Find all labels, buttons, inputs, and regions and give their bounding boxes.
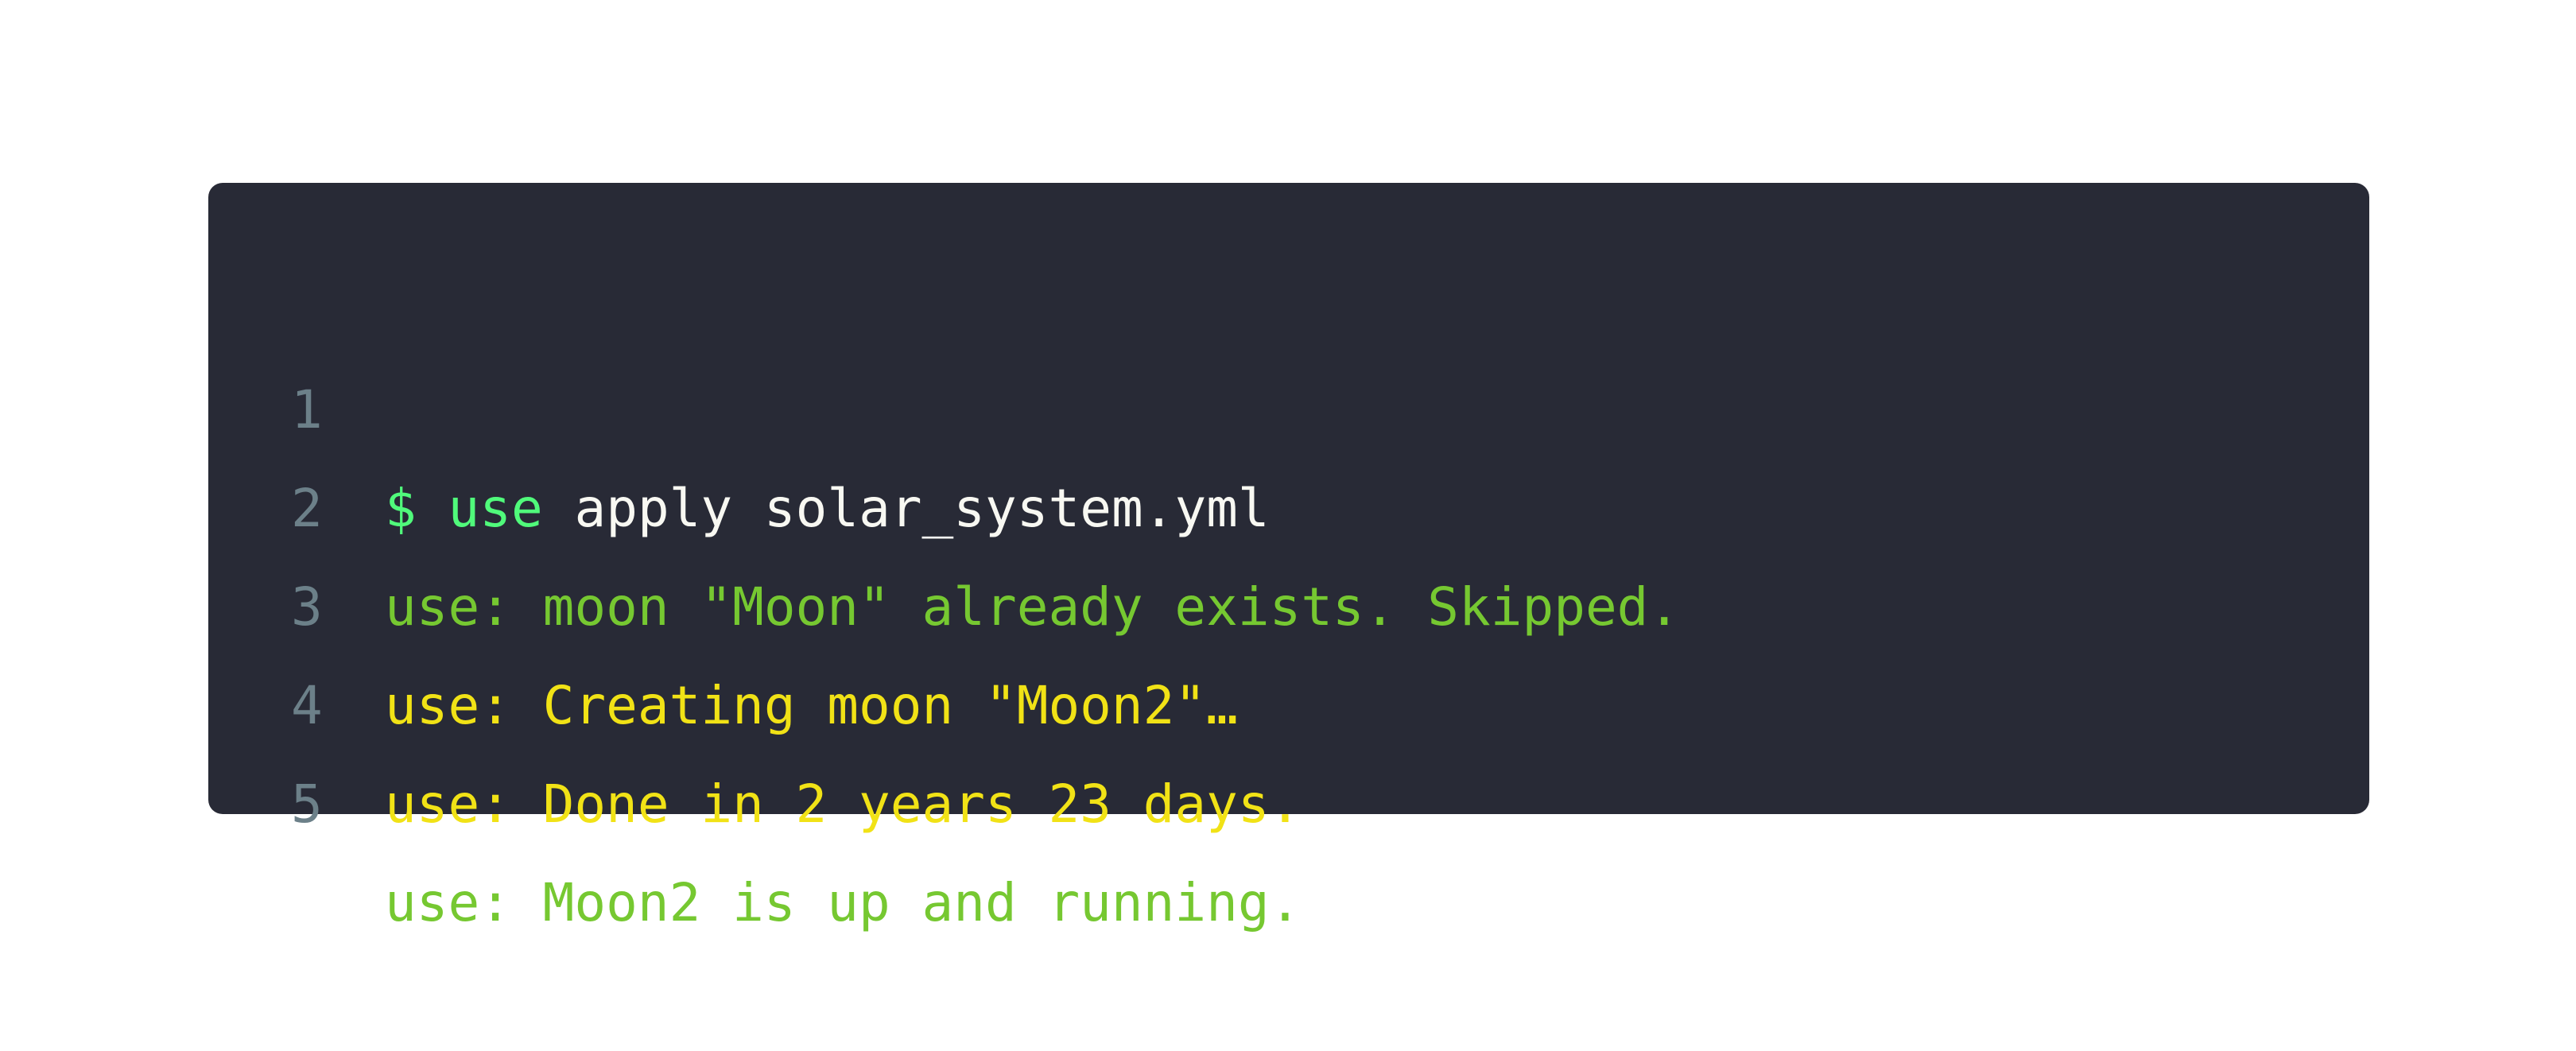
code-line-4: 4 use: Done in 2 years 23 days. [208,558,2369,835]
terminal-code-block: 1 $ use apply solar_system.yml 2 use: mo… [208,183,2369,933]
code-line-3: 3 use: Creating moon "Moon2"… [208,460,2369,736]
output-line: use: Done in 2 years 23 days. [385,774,1302,835]
output-line: use: Moon2 is up and running. [385,872,1302,933]
line-number: 5 [291,774,323,835]
code-line-5: 5 use: Moon2 is up and running. [208,657,2369,933]
code-line-2: 2 use: moon "Moon" already exists. Skipp… [208,361,2369,638]
code-line-1: 1 $ use apply solar_system.yml [208,262,2369,539]
